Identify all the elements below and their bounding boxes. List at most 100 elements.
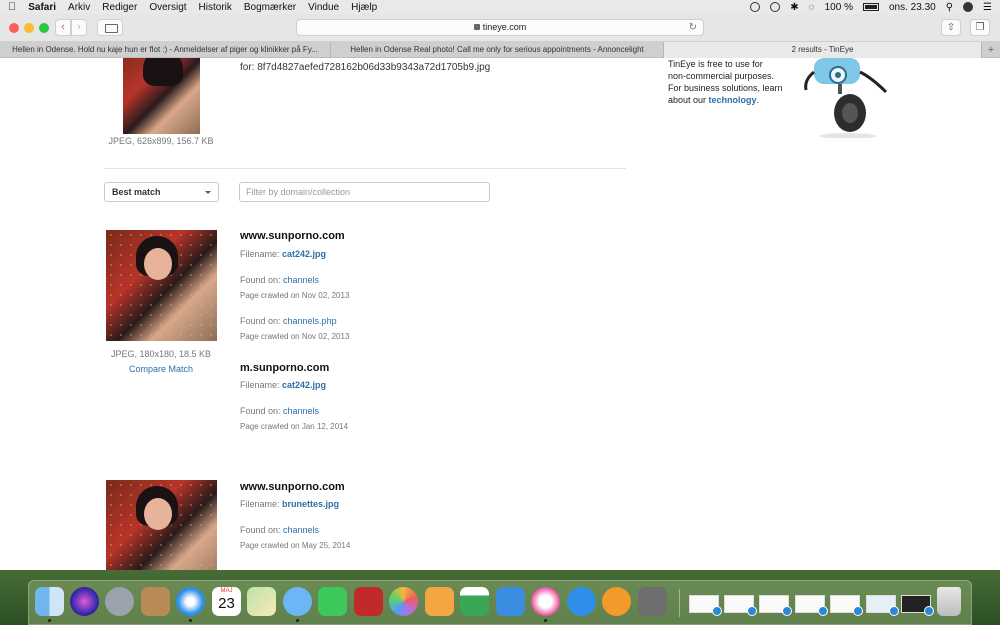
messages-icon[interactable]: [283, 587, 312, 616]
battery-percent: 100 %: [824, 1, 853, 13]
tab-overview-button[interactable]: ❐: [970, 19, 990, 36]
menu-arkiv[interactable]: Arkiv: [68, 2, 90, 13]
result-image-2[interactable]: [106, 480, 217, 570]
numbers-icon[interactable]: [460, 587, 489, 616]
result-1b-found-on: Found on: channels: [240, 406, 320, 416]
result-2-crawled: Page crawled on May 25, 2014: [240, 541, 351, 550]
calendar-month: MAJ: [220, 588, 233, 594]
itunes-icon[interactable]: [531, 587, 560, 616]
notification-center-icon[interactable]: ☰: [983, 2, 992, 13]
launchpad-icon[interactable]: [105, 587, 134, 616]
result-1b-crawled: Page crawled on Jan 12, 2014: [240, 422, 349, 431]
menu-vindue[interactable]: Vindue: [308, 2, 339, 13]
menu-oversigt[interactable]: Oversigt: [149, 2, 186, 13]
close-window-button[interactable]: [9, 23, 19, 33]
minimized-window-5[interactable]: [830, 595, 863, 616]
minimize-window-button[interactable]: [24, 23, 34, 33]
tab-2[interactable]: Hellen in Odense Real photo! Call me onl…: [331, 42, 664, 58]
minimized-window-4[interactable]: [795, 595, 828, 616]
back-button[interactable]: ‹: [55, 19, 71, 36]
safari-icon[interactable]: [176, 587, 205, 616]
trash-icon[interactable]: [937, 587, 961, 616]
result-2-domain[interactable]: www.sunporno.com: [240, 481, 345, 493]
pages-icon[interactable]: [425, 587, 454, 616]
result-1-domain[interactable]: www.sunporno.com: [240, 230, 345, 242]
minimized-window-7[interactable]: [901, 595, 934, 616]
compare-match-link[interactable]: Compare Match: [100, 364, 222, 374]
battery-icon[interactable]: [862, 3, 879, 11]
address-bar[interactable]: tineye.com ↻: [296, 19, 704, 36]
result-1b-filename-link[interactable]: cat242.jpg: [282, 380, 326, 390]
result-1b-found-link[interactable]: channels: [283, 406, 319, 416]
safari-window: ‹ › tineye.com ↻ ⇧ ❐ Hellen in Odense. H…: [0, 14, 1000, 570]
address-url: tineye.com: [482, 22, 527, 32]
maps-icon[interactable]: [247, 587, 276, 616]
system-preferences-icon[interactable]: [638, 587, 667, 616]
result-2-found-link[interactable]: channels: [283, 525, 319, 535]
clock[interactable]: ons. 23.30: [889, 2, 936, 13]
contacts-icon[interactable]: [141, 587, 170, 616]
ibooks-icon[interactable]: [602, 587, 631, 616]
photo-booth-icon[interactable]: [354, 587, 383, 616]
new-tab-button[interactable]: +: [982, 42, 1000, 58]
tab-3-active[interactable]: 2 results - TinEye: [664, 42, 982, 58]
browser-toolbar: ‹ › tineye.com ↻ ⇧ ❐: [0, 14, 1000, 42]
wifi-icon[interactable]: ◌: [809, 2, 815, 13]
result-1-crawled-2: Page crawled on Nov 02, 2013: [240, 332, 350, 341]
minimized-window-6[interactable]: [866, 595, 899, 616]
filter-input[interactable]: Filter by domain/collection: [239, 182, 490, 202]
lock-icon: [473, 24, 480, 30]
query-image-meta: JPEG, 626x899, 156.7 KB: [108, 136, 214, 146]
tineye-robot-mascot-icon: [804, 58, 888, 138]
result-1-found-link-1[interactable]: channels: [283, 275, 319, 285]
menu-bogmaerker[interactable]: Bogmærker: [244, 2, 296, 13]
calendar-icon[interactable]: MAJ 23: [212, 587, 241, 616]
minimized-window-3[interactable]: [759, 595, 792, 616]
facetime-icon[interactable]: [318, 587, 347, 616]
siri-icon[interactable]: [70, 587, 99, 616]
result-2-filename-link[interactable]: brunettes.jpg: [282, 499, 339, 509]
spotlight-icon[interactable]: ⚲: [946, 2, 953, 13]
result-2-filename: Filename: brunettes.jpg: [240, 499, 340, 509]
calendar-day: 23: [218, 595, 235, 612]
share-button[interactable]: ⇧: [941, 19, 961, 36]
menu-rediger[interactable]: Rediger: [102, 2, 137, 13]
result-image-1[interactable]: [106, 230, 217, 341]
minimized-window-2[interactable]: [724, 595, 757, 616]
fullscreen-window-button[interactable]: [39, 23, 49, 33]
keynote-icon[interactable]: [496, 587, 525, 616]
reload-icon[interactable]: ↻: [689, 20, 697, 35]
photos-icon[interactable]: [389, 587, 418, 616]
finder-icon[interactable]: [35, 587, 64, 616]
result-1b-domain[interactable]: m.sunporno.com: [240, 362, 329, 374]
info-line-1: TinEye is free to use for: [668, 59, 763, 69]
divider: [104, 168, 626, 169]
sidebar-toggle-button[interactable]: [97, 19, 123, 36]
dock-separator: [679, 589, 680, 617]
menu-bar:  Safari Arkiv Rediger Oversigt Historik…: [0, 0, 1000, 14]
sync-icon[interactable]: [750, 2, 761, 12]
sort-select[interactable]: Best match: [104, 182, 219, 202]
tab-1[interactable]: Hellen in Odense. Hold nu kaje hun er fl…: [0, 42, 331, 58]
menu-app-safari[interactable]: Safari: [28, 2, 56, 13]
menu-hjaelp[interactable]: Hjælp: [351, 2, 377, 13]
result-1-filename-link[interactable]: cat242.jpg: [282, 249, 326, 259]
forward-button[interactable]: ›: [71, 19, 87, 36]
result-1-found-link-2[interactable]: channels.php: [283, 316, 337, 326]
query-hash: for: 8f7d4827aefed728162b06d33b9343a72d1…: [240, 62, 491, 73]
query-image[interactable]: [123, 58, 200, 134]
minimized-window-1[interactable]: [689, 595, 722, 616]
result-1-filename: Filename: cat242.jpg: [240, 249, 327, 259]
tineye-results-page: JPEG, 626x899, 156.7 KB for: 8f7d4827aef…: [0, 58, 1000, 570]
info-line-3: For business solutions, learn: [668, 83, 783, 93]
user-icon[interactable]: [963, 2, 974, 12]
app-store-icon[interactable]: [567, 587, 596, 616]
play-icon[interactable]: [770, 2, 781, 12]
apple-menu-icon[interactable]: : [8, 1, 16, 13]
tab-bar: Hellen in Odense. Hold nu kaje hun er fl…: [0, 42, 1000, 58]
bluetooth-icon[interactable]: ✱: [790, 2, 798, 13]
sort-select-value: Best match: [112, 187, 161, 197]
technology-link[interactable]: technology: [709, 95, 757, 105]
menu-historik[interactable]: Historik: [199, 2, 232, 13]
menu-bar-status: ✱ ◌ 100 % ons. 23.30 ⚲ ☰: [750, 2, 992, 13]
